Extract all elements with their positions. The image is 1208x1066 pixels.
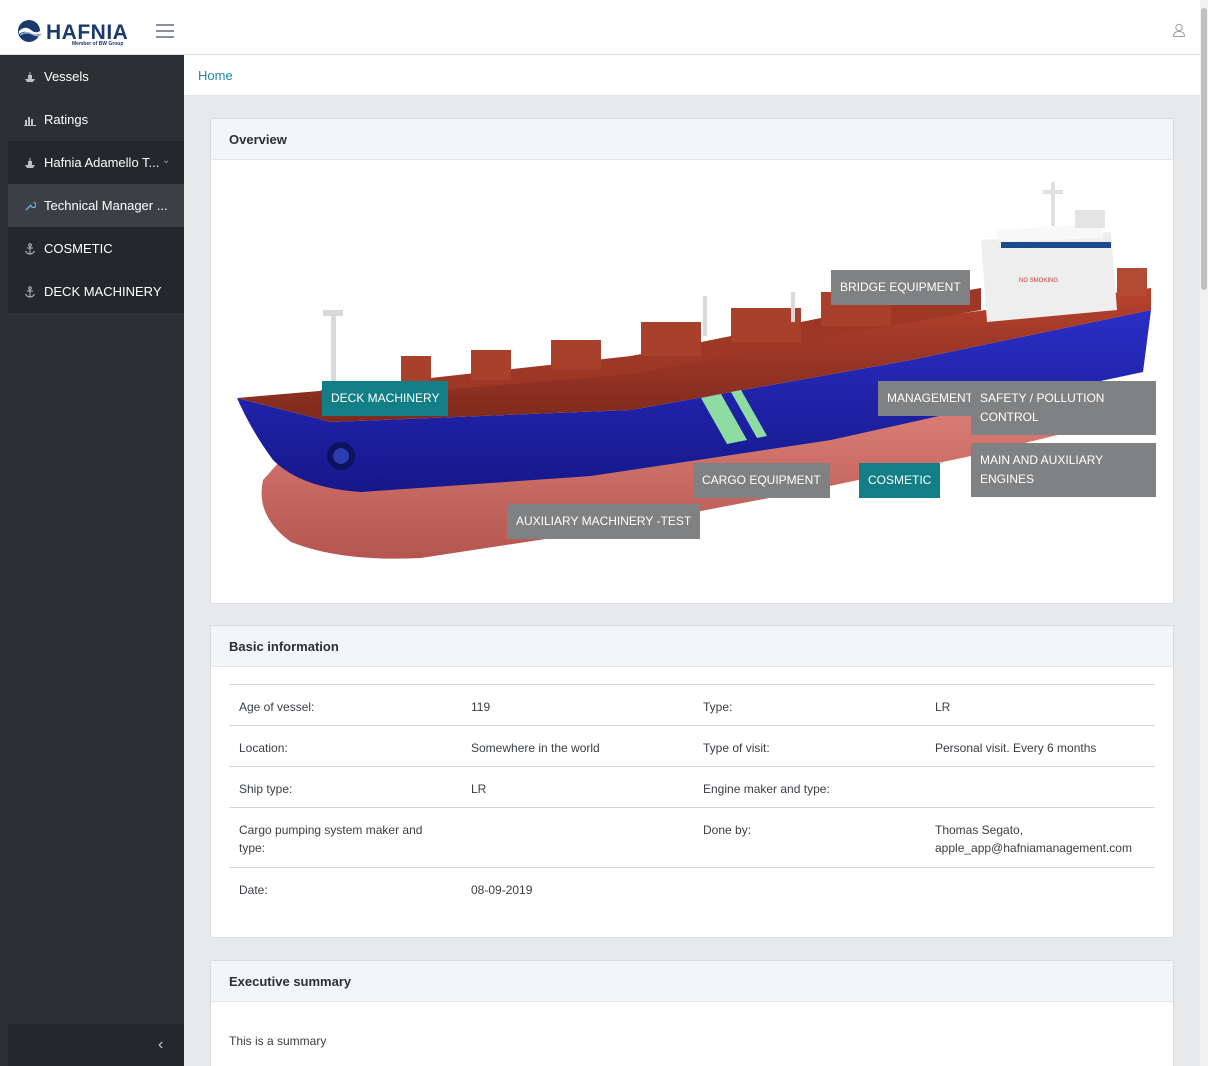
overview-card: Overview NO SMOKING BRIDGE EQUIPMENT DEC… xyxy=(210,118,1174,604)
sidebar-footer: ‹ xyxy=(8,1024,184,1066)
user-icon[interactable] xyxy=(1172,23,1186,37)
value-ship-type: LR xyxy=(471,782,487,796)
hotspot-bridge-equipment[interactable]: BRIDGE EQUIPMENT xyxy=(831,270,970,305)
wrench-icon xyxy=(25,201,36,211)
scrollbar-thumb[interactable] xyxy=(1201,8,1207,290)
collapse-sidebar-icon[interactable]: ‹ xyxy=(158,1036,163,1054)
hotspot-cosmetic[interactable]: COSMETIC xyxy=(859,463,941,498)
logo-subtitle: Member of BW Group xyxy=(72,41,124,47)
sidebar-item-label: Technical Manager ... xyxy=(44,198,168,213)
table-row: Location: Somewhere in the world Type of… xyxy=(229,725,1155,766)
main-content: Overview NO SMOKING BRIDGE EQUIPMENT DEC… xyxy=(184,96,1200,1066)
sidebar-item-ratings[interactable]: Ratings xyxy=(8,98,184,141)
hotspot-cargo-equipment[interactable]: CARGO EQUIPMENT xyxy=(693,463,830,498)
table-row: Cargo pumping system maker and type: Don… xyxy=(229,807,1155,867)
label-ship-type: Ship type: xyxy=(239,782,293,796)
hotspot-main-auxiliary-engines[interactable]: MAIN AND AUXILIARY ENGINES xyxy=(971,443,1156,497)
executive-summary-title: Executive summary xyxy=(229,974,352,989)
hotspot-deck-machinery[interactable]: DECK MACHINERY xyxy=(322,381,449,416)
breadcrumb-home-link[interactable]: Home xyxy=(198,68,233,83)
chevron-down-icon: ⌄ xyxy=(162,155,171,166)
sidebar-item-cosmetic[interactable]: COSMETIC xyxy=(8,227,184,270)
sidebar-item-label: Hafnia Adamello T... xyxy=(44,155,160,170)
label-date: Date: xyxy=(239,883,268,897)
overview-title: Overview xyxy=(229,132,287,147)
sidebar-item-deck-machinery[interactable]: DECK MACHINERY xyxy=(8,270,184,313)
value-location: Somewhere in the world xyxy=(471,741,600,755)
sidebar-item-label: Ratings xyxy=(44,112,89,127)
top-bar: HAFNIA Member of BW Group xyxy=(0,0,1200,55)
value-type: LR xyxy=(935,700,951,714)
anchor-icon xyxy=(25,286,35,298)
card-header: Basic information xyxy=(211,626,1173,667)
page-scrollbar[interactable] xyxy=(1200,0,1208,1066)
label-age-of-vessel: Age of vessel: xyxy=(239,700,315,714)
table-row: Date: 08-09-2019 xyxy=(229,867,1155,908)
label-type: Type: xyxy=(703,700,733,714)
sidebar: Vessels Ratings Hafnia Adamello T... ⌄ T… xyxy=(8,55,184,1066)
label-location: Location: xyxy=(239,741,288,755)
basic-information-card: Basic information Age of vessel: 119 Typ… xyxy=(210,625,1174,938)
basic-information-title: Basic information xyxy=(229,639,339,654)
label-cargo-pumping-system: Cargo pumping system maker and type: xyxy=(239,823,423,855)
value-age-of-vessel: 119 xyxy=(471,700,491,714)
ship-icon xyxy=(25,158,35,168)
ship-icon xyxy=(25,72,35,82)
executive-summary-text: This is a summary xyxy=(229,1034,327,1048)
sidebar-item-vessels[interactable]: Vessels xyxy=(8,55,184,98)
hotspot-safety-pollution-control[interactable]: SAFETY / POLLUTION CONTROL xyxy=(971,381,1156,435)
sidebar-item-label: Vessels xyxy=(44,69,89,84)
sidebar-item-label: DECK MACHINERY xyxy=(44,284,162,299)
sidebar-edge xyxy=(0,55,8,1066)
executive-summary-card: Executive summary This is a summary xyxy=(210,960,1174,1066)
hotspot-auxiliary-machinery[interactable]: AUXILIARY MACHINERY -TEST xyxy=(507,504,701,539)
bar-chart-icon xyxy=(24,117,36,126)
value-date: 08-09-2019 xyxy=(471,883,533,897)
hafnia-logo[interactable]: HAFNIA Member of BW Group xyxy=(16,17,140,47)
sidebar-item-technical-manager[interactable]: Technical Manager ... xyxy=(8,184,184,227)
value-type-of-visit: Personal visit. Every 6 months xyxy=(935,741,1097,755)
anchor-icon xyxy=(25,243,35,255)
card-header: Overview xyxy=(211,119,1173,160)
ship-diagram: NO SMOKING BRIDGE EQUIPMENT DECK MACHINE… xyxy=(211,160,1173,601)
label-done-by: Done by: xyxy=(703,823,752,837)
label-type-of-visit: Type of visit: xyxy=(703,741,770,755)
sidebar-item-label: COSMETIC xyxy=(44,241,113,256)
value-done-by: Thomas Segato, apple_app@hafniamanagemen… xyxy=(935,823,1132,855)
hafnia-wave-logo-icon xyxy=(18,20,42,42)
sidebar-item-vessel-hafnia-adamello[interactable]: Hafnia Adamello T... ⌄ xyxy=(8,141,184,184)
no-smoking-sign: NO SMOKING xyxy=(1019,278,1058,284)
table-row: Age of vessel: 119 Type: LR xyxy=(229,684,1155,725)
hamburger-icon[interactable] xyxy=(156,24,174,42)
table-row: Ship type: LR Engine maker and type: xyxy=(229,766,1155,807)
basic-information-table: Age of vessel: 119 Type: LR Location: So… xyxy=(229,684,1155,908)
hotspot-management[interactable]: MANAGEMENT xyxy=(878,381,983,416)
card-header: Executive summary xyxy=(211,961,1173,1002)
label-engine-maker: Engine maker and type: xyxy=(703,782,830,796)
breadcrumb: Home xyxy=(184,55,1200,96)
